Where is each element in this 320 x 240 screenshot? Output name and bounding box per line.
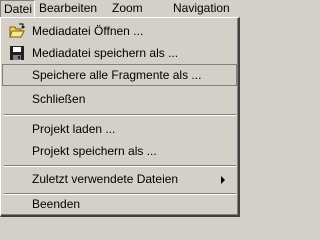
menu-item-recent-files-label: Zuletzt verwendete Dateien (32, 172, 179, 186)
menu-item-close[interactable]: Schließen (2, 88, 237, 110)
menu-item-open-media-label: Mediadatei Öffnen ... (32, 24, 144, 38)
menu-item-save-all-fragments[interactable]: Speichere alle Fragmente als ... (2, 64, 237, 86)
menu-item-open-media[interactable]: Mediadatei Öffnen ... (2, 20, 237, 42)
menu-item-load-project[interactable]: Projekt laden ... (2, 118, 237, 140)
menu-item-close-label: Schließen (32, 92, 86, 106)
file-menu-inner: Mediadatei Öffnen ... Mediadatei speiche… (1, 18, 238, 215)
menu-item-save-media-as-label: Mediadatei speichern als ... (32, 46, 179, 60)
file-menu-popup: Mediadatei Öffnen ... Mediadatei speiche… (0, 17, 240, 217)
menu-bar: Datei Bearbeiten Zoom Navigation (0, 0, 243, 17)
menu-item-save-all-fragments-label: Speichere alle Fragmente als ... (32, 68, 202, 82)
menu-datei-label: Datei (4, 2, 33, 16)
menu-item-load-project-label: Projekt laden ... (32, 122, 116, 136)
menu-separator (4, 165, 236, 167)
menu-zoom[interactable]: Zoom (112, 0, 150, 17)
menu-item-save-project-as[interactable]: Projekt speichern als ... (2, 140, 237, 162)
menu-item-save-media-as[interactable]: Mediadatei speichern als ... (2, 42, 237, 64)
menu-datei[interactable]: Datei (0, 0, 35, 17)
menu-item-save-project-as-label: Projekt speichern als ... (32, 144, 157, 158)
menu-zoom-label: Zoom (112, 1, 143, 15)
floppy-disk-icon (10, 46, 24, 60)
submenu-arrow-icon (221, 176, 225, 184)
menu-bearbeiten-label: Bearbeiten (39, 1, 98, 15)
menu-bearbeiten[interactable]: Bearbeiten (39, 0, 99, 17)
menu-navigation-label: Navigation (173, 1, 230, 15)
menu-separator (4, 114, 236, 116)
menu-item-exit-label: Beenden (32, 197, 81, 211)
menu-item-exit[interactable]: Beenden (2, 193, 237, 215)
open-folder-icon (9, 23, 25, 38)
menu-navigation[interactable]: Navigation (173, 0, 243, 17)
menu-item-recent-files[interactable]: Zuletzt verwendete Dateien (2, 168, 237, 190)
